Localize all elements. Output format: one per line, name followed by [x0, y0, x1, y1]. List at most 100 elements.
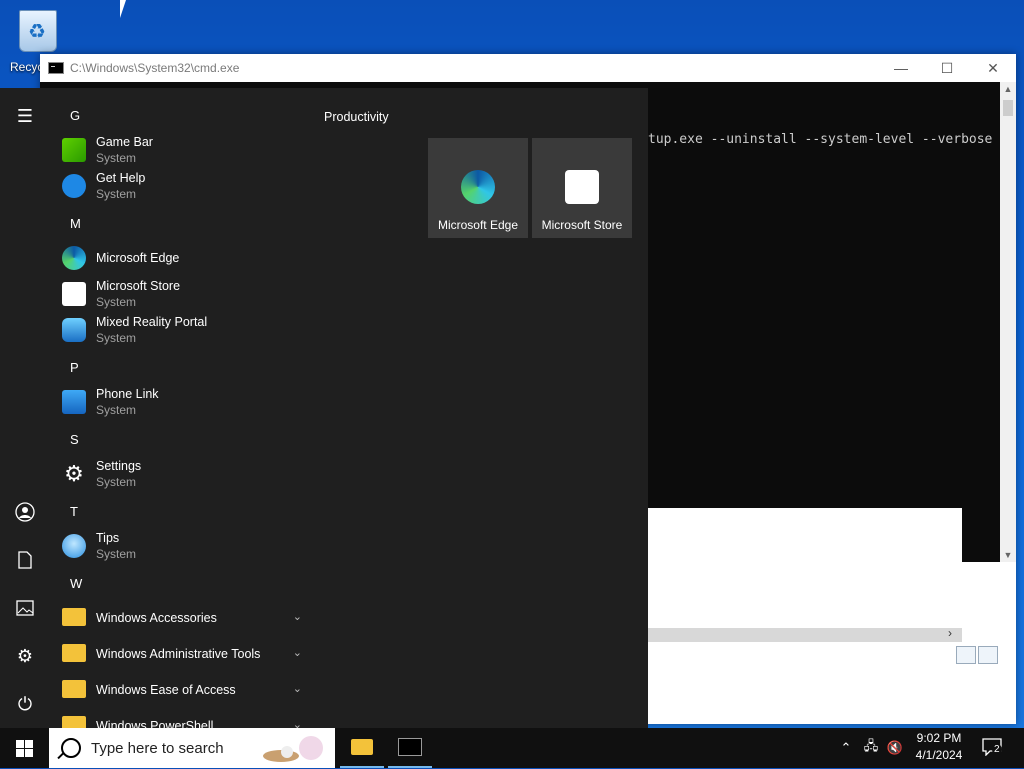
- taskbar-search[interactable]: Type here to search: [49, 728, 335, 768]
- game-bar-icon: [62, 138, 86, 162]
- app-microsoft-edge[interactable]: Microsoft Edge: [62, 240, 302, 276]
- folder-windows-ease-of-access[interactable]: Windows Ease of Access ⌄: [62, 672, 302, 708]
- app-sub: System: [96, 151, 137, 165]
- folder-windows-accessories[interactable]: Windows Accessories ⌄: [62, 600, 302, 636]
- folder-windows-powershell[interactable]: Windows PowerShell ⌄: [62, 708, 302, 728]
- edge-icon: [461, 170, 495, 204]
- folder-icon: [62, 608, 86, 626]
- scroll-up-icon[interactable]: ▲: [1003, 84, 1013, 94]
- hamburger-menu-icon[interactable]: ☰: [0, 96, 50, 136]
- windows-logo-icon: [15, 739, 33, 757]
- app-get-help[interactable]: Get Help System: [62, 168, 302, 204]
- details-view-icon[interactable]: [956, 646, 976, 664]
- minimize-button[interactable]: —: [878, 54, 924, 82]
- tile-microsoft-store[interactable]: Microsoft Store: [532, 138, 632, 238]
- cmd-icon: [48, 62, 64, 74]
- phone-link-icon: [62, 390, 86, 414]
- folder-icon: [62, 644, 86, 662]
- app-name: Tips: [96, 531, 120, 545]
- volume-muted-icon[interactable]: 🔇: [884, 728, 906, 768]
- tile-label: Microsoft Store: [541, 218, 623, 232]
- app-game-bar[interactable]: Game Bar System: [62, 132, 302, 168]
- cmd-output-line: tup.exe --uninstall --system-level --ver…: [648, 132, 993, 147]
- clock-date: 4/1/2024: [915, 748, 963, 762]
- file-explorer-icon: [351, 739, 373, 755]
- network-icon[interactable]: 🖧: [860, 728, 882, 768]
- app-name: Settings: [96, 459, 142, 473]
- app-settings[interactable]: ⚙ Settings System: [62, 456, 302, 492]
- recycle-bin-icon: [19, 10, 57, 52]
- letter-header-w[interactable]: W: [70, 576, 82, 591]
- cmd-titlebar[interactable]: C:\Windows\System32\cmd.exe — ☐ ✕: [40, 54, 1016, 82]
- cmd-window-title: C:\Windows\System32\cmd.exe: [70, 61, 240, 75]
- app-name: Microsoft Store: [96, 279, 181, 293]
- large-icons-view-icon[interactable]: [978, 646, 998, 664]
- background-hscrollbar[interactable]: [648, 628, 962, 642]
- app-sub: System: [96, 331, 137, 345]
- store-icon: [565, 170, 599, 204]
- app-sub: System: [96, 547, 137, 561]
- notification-center-icon[interactable]: 2: [982, 738, 1002, 757]
- clock-time: 9:02 PM: [916, 731, 962, 745]
- app-name: Microsoft Edge: [96, 251, 180, 265]
- pictures-icon[interactable]: [0, 588, 50, 628]
- app-sub: System: [96, 403, 137, 417]
- start-rail: ☰ ⚙ ⏻: [0, 88, 50, 728]
- app-sub: System: [96, 187, 137, 201]
- documents-icon[interactable]: [0, 540, 50, 580]
- settings-icon: ⚙: [64, 461, 84, 486]
- app-mixed-reality-portal[interactable]: Mixed Reality Portal System: [62, 312, 302, 348]
- app-name: Windows Administrative Tools: [96, 647, 261, 661]
- scroll-down-icon[interactable]: ▼: [1003, 550, 1013, 560]
- app-list[interactable]: G Game Bar System Get Help System M Micros…: [50, 88, 310, 728]
- letter-header-t[interactable]: T: [70, 504, 78, 519]
- tips-lightbulb-icon: [62, 534, 86, 558]
- settings-gear-icon[interactable]: ⚙: [0, 636, 50, 676]
- app-name: Phone Link: [96, 387, 159, 401]
- cmd-taskbar-icon: [398, 738, 422, 756]
- app-name: Game Bar: [96, 135, 153, 149]
- recycle-bin[interactable]: Recyc: [8, 6, 68, 74]
- letter-header-g[interactable]: G: [70, 108, 80, 123]
- folder-windows-administrative-tools[interactable]: Windows Administrative Tools ⌄: [62, 636, 302, 672]
- app-name: Windows Accessories: [96, 611, 217, 625]
- chevron-down-icon: ⌄: [292, 683, 302, 695]
- app-name: Get Help: [96, 171, 146, 185]
- app-name: Windows PowerShell: [96, 719, 214, 728]
- mouse-cursor-icon: [120, 0, 126, 18]
- letter-header-m[interactable]: M: [70, 216, 81, 231]
- app-name: Mixed Reality Portal: [96, 315, 208, 329]
- app-microsoft-store[interactable]: Microsoft Store System: [62, 276, 302, 312]
- user-account-icon[interactable]: [0, 492, 50, 532]
- app-sub: System: [96, 475, 137, 489]
- folder-icon: [62, 716, 86, 728]
- maximize-button[interactable]: ☐: [924, 54, 970, 82]
- tile-microsoft-edge[interactable]: Microsoft Edge: [428, 138, 528, 238]
- scroll-right-icon[interactable]: ›: [948, 626, 952, 640]
- show-hidden-icons-chevron-icon[interactable]: ⌃: [836, 728, 856, 768]
- store-icon: [62, 282, 86, 306]
- taskbar-cmd[interactable]: [388, 728, 432, 768]
- taskbar-clock[interactable]: 9:02 PM 4/1/2024: [904, 730, 974, 764]
- folder-icon: [62, 680, 86, 698]
- letter-header-p[interactable]: P: [70, 360, 79, 375]
- mixed-reality-icon: [62, 318, 86, 342]
- letter-header-s[interactable]: S: [70, 432, 79, 447]
- tiles-group-header[interactable]: Productivity: [324, 110, 389, 124]
- chevron-down-icon: ⌄: [292, 611, 302, 623]
- power-icon[interactable]: ⏻: [0, 684, 50, 724]
- notification-count: 2: [992, 744, 1002, 755]
- get-help-icon: [62, 174, 86, 198]
- app-tips[interactable]: Tips System: [62, 528, 302, 564]
- taskbar-file-explorer[interactable]: [340, 728, 384, 768]
- app-name: Windows Ease of Access: [96, 683, 236, 697]
- search-placeholder: Type here to search: [91, 739, 224, 757]
- close-button[interactable]: ✕: [970, 54, 1016, 82]
- start-button[interactable]: [0, 728, 48, 768]
- cmd-scrollbar[interactable]: ▲ ▼: [1000, 82, 1016, 562]
- app-phone-link[interactable]: Phone Link System: [62, 384, 302, 420]
- search-icon: [61, 738, 81, 758]
- taskbar: Type here to search ⌃ 🖧 🔇 9:02 PM 4/1/20…: [0, 728, 1024, 768]
- edge-icon: [62, 246, 86, 270]
- scroll-thumb[interactable]: [1003, 100, 1013, 116]
